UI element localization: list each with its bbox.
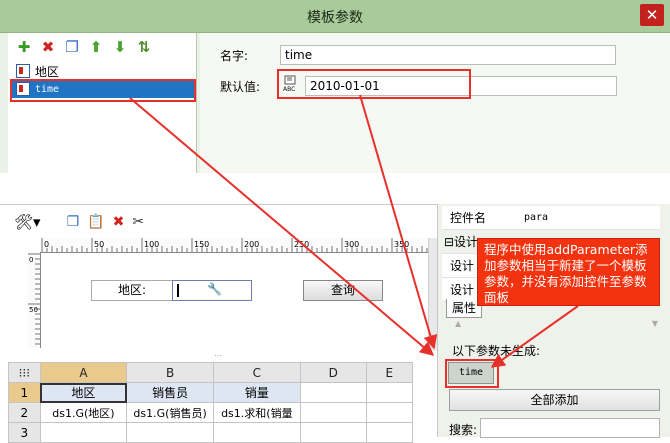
arrow-line (490, 305, 579, 368)
arrow-line (359, 94, 438, 350)
annotation-arrows (129, 94, 579, 368)
arrow-line (129, 97, 435, 356)
